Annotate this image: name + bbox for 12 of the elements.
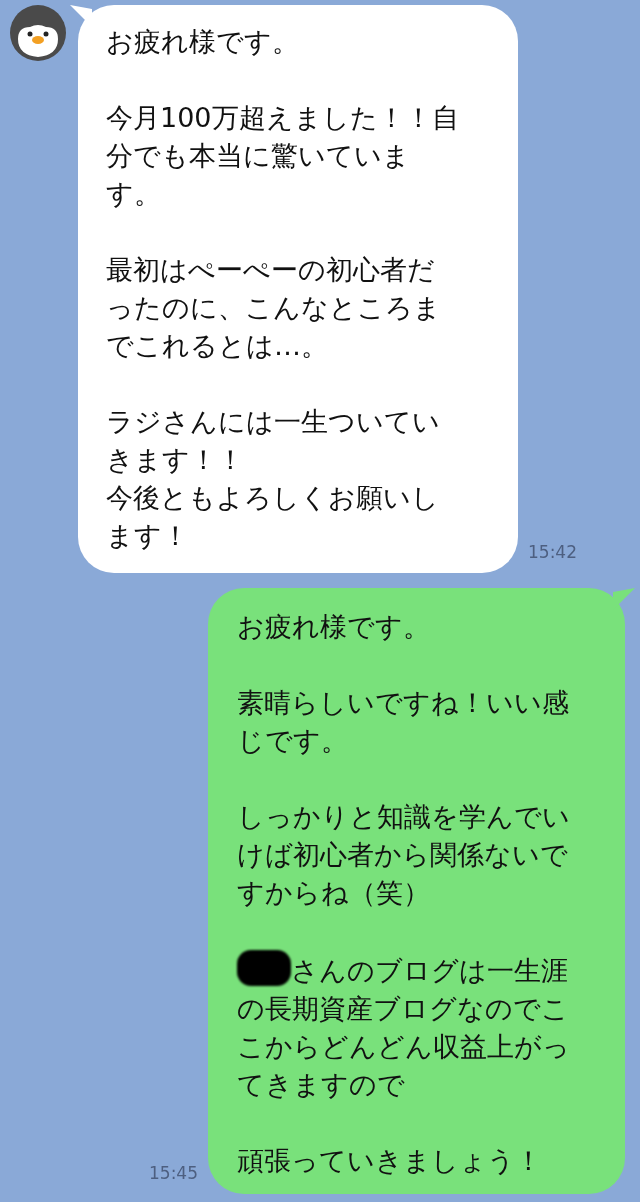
message-text: 頑張っていきましょう！ <box>237 1144 543 1178</box>
message-text: 素晴らしいですね！いい感 じです。 <box>237 686 570 758</box>
message-text: 今月100万超えました！！自 分でも本当に驚いていま す。 <box>106 101 460 211</box>
message-text: ラジさんには一生ついてい きます！！ 今後ともよろしくお願いし ます！ <box>106 405 441 553</box>
message-text: さんのブログは一生涯 の長期資産ブログなのでこ こからどんどん収益上がっ てきますので <box>237 950 613 1104</box>
message-time: 15:45 <box>149 1161 198 1185</box>
penguin-avatar-icon[interactable] <box>10 5 66 61</box>
message-text: お疲れ様です。 <box>237 610 431 644</box>
message-text: お疲れ様です。 <box>106 25 300 59</box>
message-time: 15:42 <box>528 540 577 564</box>
message-text: しっかりと知識を学んでい けば初心者から関係ないで すからね（笑） <box>237 800 571 910</box>
message-text: 最初はぺーぺーの初心者だ ったのに、こんなところま でこれるとは…。 <box>106 253 442 363</box>
